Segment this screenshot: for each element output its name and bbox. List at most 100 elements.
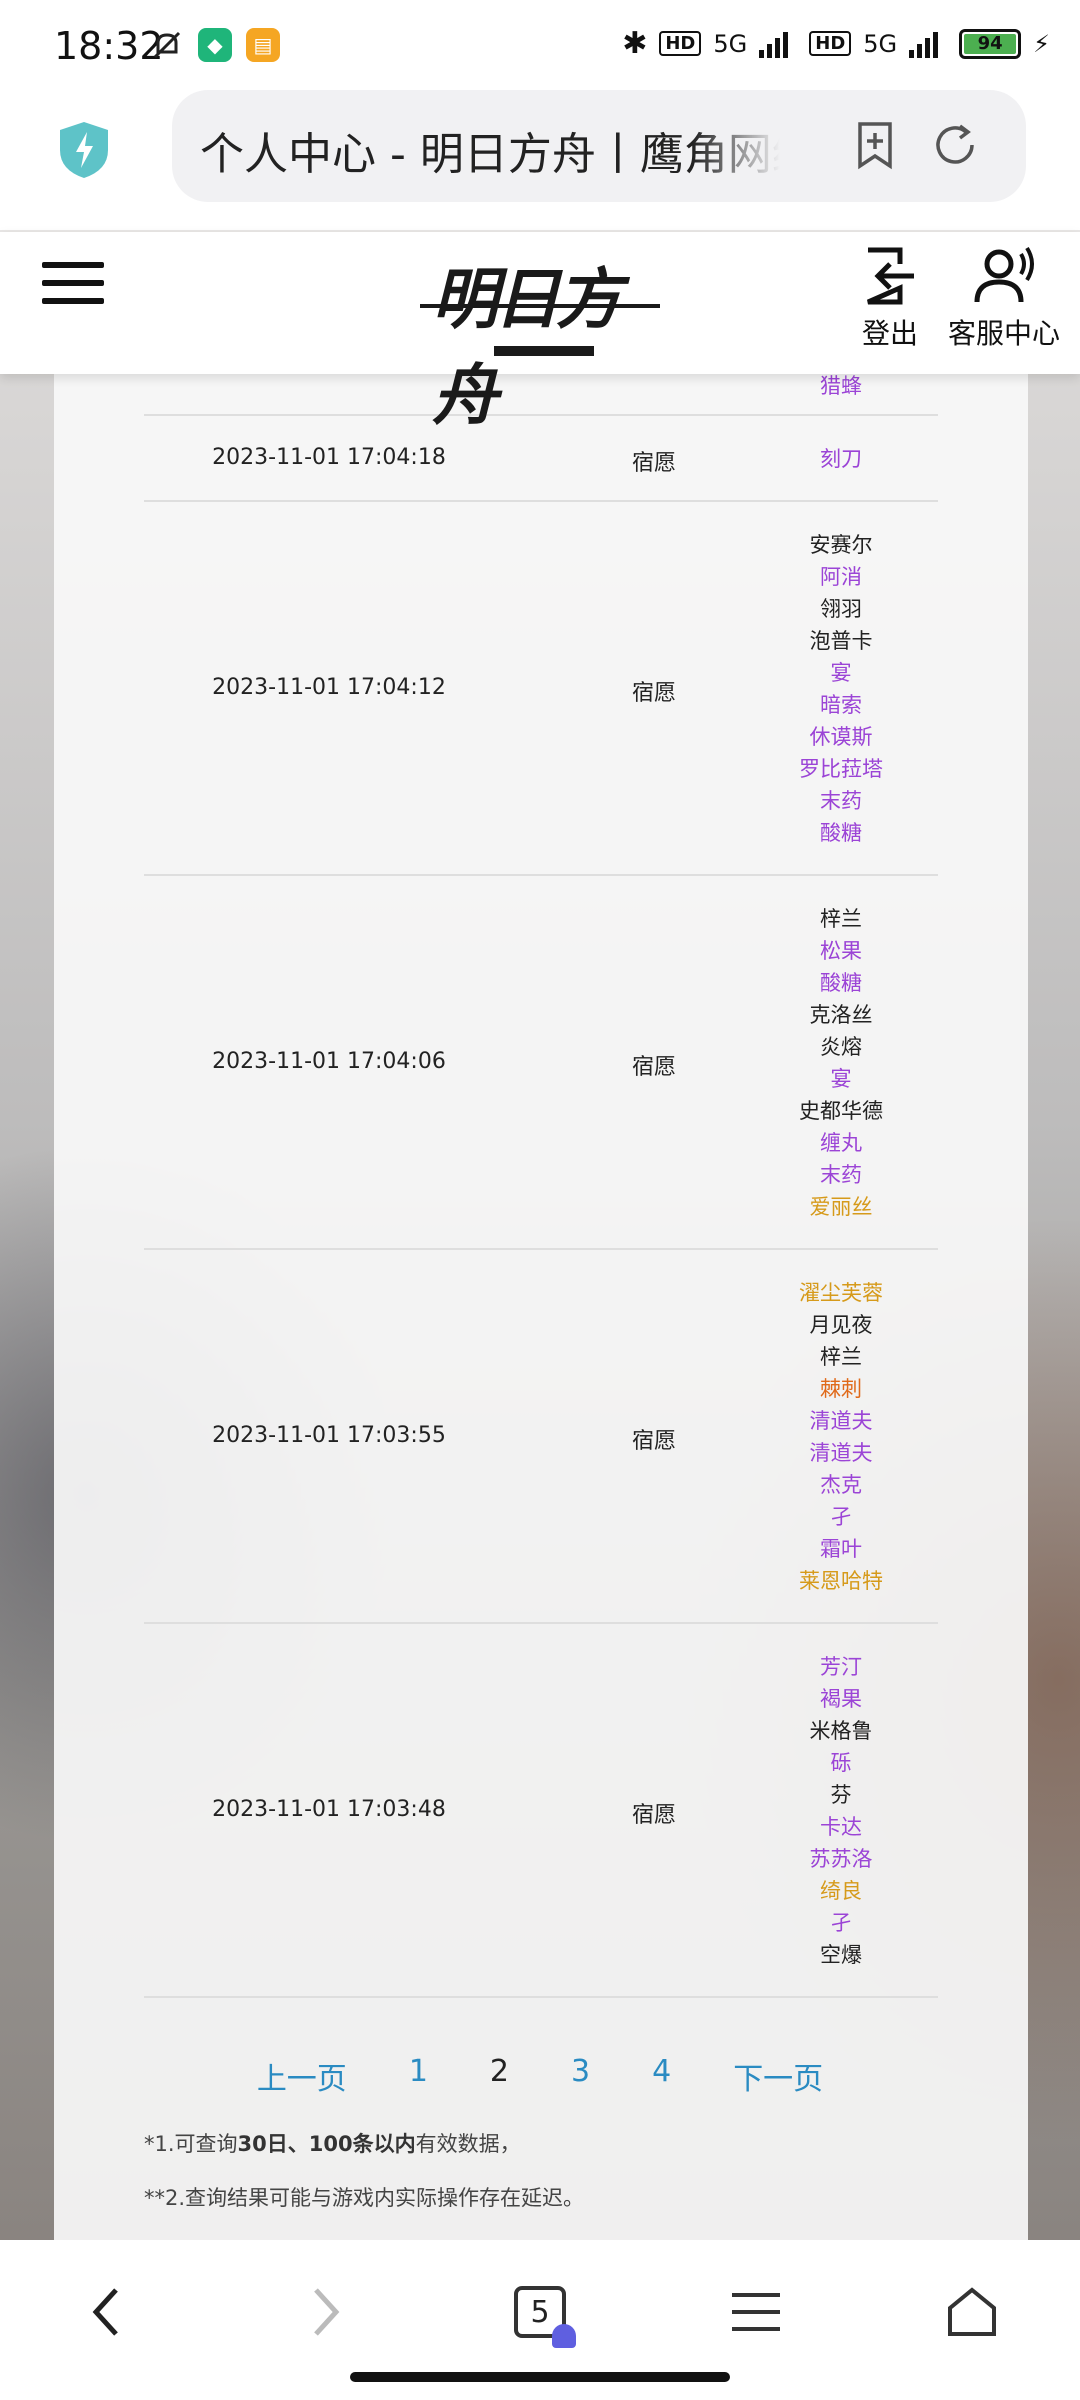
logout-label: 登出 xyxy=(861,317,918,350)
gesture-bar xyxy=(350,2372,730,2382)
forward-button[interactable] xyxy=(290,2276,362,2348)
operator-name: 清道夫 xyxy=(809,1441,873,1465)
record-pool: 宿愿 xyxy=(631,1055,676,1080)
operator-name: 休谟斯 xyxy=(809,725,873,749)
operator-name: 翎羽 xyxy=(820,597,862,621)
record-operators: 濯尘芙蓉 月见夜 梓兰 棘刺 清道夫 清道夫 杰克孑霜叶 莱恩哈特 xyxy=(744,1277,938,1597)
record-row: 2023-11-01 17:04:06 宿愿 梓兰松果酸糖克洛丝炎熔宴史都华德缠丸末… xyxy=(144,876,938,1250)
forward-arrow-icon xyxy=(314,2288,340,2336)
home-icon xyxy=(948,2287,996,2336)
record-pool: 宿愿 xyxy=(631,1803,676,1828)
incognito-ghost-icon xyxy=(552,2324,576,2348)
record-time: 2023-11-01 17:04:12 xyxy=(212,675,446,700)
battery-level: 94 xyxy=(964,33,1017,54)
record-operators: 芳汀 褐果 米格鲁砾芬卡达 苏苏洛 绮良孑空爆 xyxy=(744,1651,938,1971)
operator-name: 阿消 xyxy=(820,565,862,589)
operator-name: 褐果 xyxy=(820,1687,862,1711)
headhunt-record-card: 狮蝎猎蜂2023-11-01 17:04:18宿愿刻刀2023-11-01 17… xyxy=(54,342,1028,2240)
status-right-icons: ✱ HD 5G HD 5G 94 ⚡ xyxy=(622,26,1050,61)
operator-name: 松果 xyxy=(820,939,862,963)
status-bar: 18:32 ◆ ▤ ✱ HD 5G HD 5G 94 ⚡ xyxy=(0,0,1080,90)
hd-badge-2: HD xyxy=(809,31,852,56)
operator-name: 霜叶 xyxy=(820,1537,862,1561)
operator-name: 史都华德 xyxy=(799,1099,883,1123)
operator-name: 棘刺 xyxy=(820,1377,862,1401)
record-pool: 宿愿 xyxy=(631,681,676,706)
operator-name: 罗比菈塔 xyxy=(799,757,883,781)
operator-name: 炎熔 xyxy=(820,1035,862,1059)
page-current: 2 xyxy=(489,2054,509,2089)
record-time: 2023-11-01 17:04:18 xyxy=(212,445,446,470)
operator-name: 宴 xyxy=(830,1067,852,1091)
operator-name: 梓兰 xyxy=(820,907,862,931)
operator-name: 泡普卡 xyxy=(809,629,873,653)
operator-name: 空爆 xyxy=(820,1943,862,1967)
menu-icon[interactable] xyxy=(42,262,104,312)
logout-button[interactable]: 登出 xyxy=(860,244,920,352)
network-label-2: 5G xyxy=(863,29,898,58)
operator-name: 爱丽丝 xyxy=(809,1195,873,1219)
record-row: 2023-11-01 17:04:12 宿愿 安赛尔 阿消 翎羽 泡普卡宴暗索 休谟斯 罗比菈… xyxy=(144,502,938,876)
prev-page-link[interactable]: 上一页 xyxy=(257,2054,347,2098)
record-pool: 宿愿 xyxy=(631,451,676,476)
status-time: 18:32 xyxy=(54,24,164,68)
menu-lines-icon xyxy=(732,2293,780,2331)
operator-name: 末药 xyxy=(820,789,862,813)
record-time: 2023-11-01 17:04:06 xyxy=(212,1049,446,1074)
operator-name: 安赛尔 xyxy=(809,533,873,557)
shield-icon[interactable] xyxy=(56,120,112,180)
operator-name: 末药 xyxy=(820,1163,862,1187)
operator-name: 孑 xyxy=(830,1911,852,1935)
tabs-button[interactable]: 5 xyxy=(504,2276,576,2348)
signal-icon xyxy=(759,31,789,58)
operator-name: 孑 xyxy=(830,1505,852,1529)
charging-icon: ⚡ xyxy=(1033,29,1050,58)
operator-name: 卡达 xyxy=(820,1815,862,1839)
browser-menu-button[interactable] xyxy=(720,2276,792,2348)
site-logo[interactable]: 明日方舟 xyxy=(420,246,660,434)
record-operators: 刻刀 xyxy=(744,443,938,475)
operator-name: 酸糖 xyxy=(820,821,862,845)
operator-name: 芬 xyxy=(830,1783,852,1807)
operator-name: 芳汀 xyxy=(820,1655,862,1679)
operator-name: 月见夜 xyxy=(809,1313,873,1337)
operator-name: 克洛丝 xyxy=(809,1003,873,1027)
back-button[interactable] xyxy=(70,2276,142,2348)
bluetooth-icon: ✱ xyxy=(622,26,648,61)
address-bar[interactable]: 个人中心 - 明日方舟丨鹰角网络 xyxy=(172,90,1026,202)
operator-name: 米格鲁 xyxy=(809,1719,873,1743)
address-bar-text[interactable]: 个人中心 - 明日方舟丨鹰角网络 xyxy=(200,118,780,182)
note-1: *1.可查询30日、100条以内有效数据， xyxy=(144,2132,521,2156)
battery-icon: 94 xyxy=(959,28,1022,59)
home-button[interactable] xyxy=(936,2276,1008,2348)
record-time: 2023-11-01 17:03:55 xyxy=(212,1423,446,1448)
operator-name: 刻刀 xyxy=(820,447,862,471)
page-link-4[interactable]: 4 xyxy=(652,2054,671,2098)
customer-service-button[interactable]: 客服中心 xyxy=(948,244,1060,352)
operator-name: 绮良 xyxy=(820,1879,862,1903)
message-app-icon: ▤ xyxy=(246,28,280,62)
signal-icon-2 xyxy=(909,31,939,58)
operator-name: 梓兰 xyxy=(820,1345,862,1369)
mute-bell-icon xyxy=(153,31,181,59)
network-label: 5G xyxy=(713,29,748,58)
next-page-link[interactable]: 下一页 xyxy=(733,2054,823,2098)
operator-name: 莱恩哈特 xyxy=(799,1569,883,1593)
page-link-1[interactable]: 1 xyxy=(409,2054,428,2098)
logout-icon xyxy=(866,247,914,305)
security-app-icon: ◆ xyxy=(198,28,232,62)
page-link-3[interactable]: 3 xyxy=(571,2054,590,2098)
operator-name: 缠丸 xyxy=(820,1131,862,1155)
operator-name: 清道夫 xyxy=(809,1409,873,1433)
refresh-icon[interactable] xyxy=(928,118,982,172)
record-operators: 安赛尔 阿消 翎羽 泡普卡宴暗索 休谟斯 罗比菈塔 末药 酸糖 xyxy=(744,529,938,849)
add-bookmark-icon[interactable] xyxy=(848,118,902,172)
status-notification-icons: ◆ ▤ xyxy=(150,28,280,62)
hd-badge: HD xyxy=(659,31,702,56)
operator-name: 酸糖 xyxy=(820,971,862,995)
pagination: 上一页 1 2 3 4 下一页 xyxy=(0,2054,1080,2098)
record-row: 2023-11-01 17:03:48 宿愿 芳汀 褐果 米格鲁砾芬卡达 苏苏洛 绮良孑空爆 xyxy=(144,1624,938,1998)
record-operators: 梓兰松果酸糖克洛丝炎熔宴史都华德缠丸末药爱丽丝 xyxy=(744,903,938,1223)
customer-service-icon xyxy=(974,246,1034,303)
operator-name: 濯尘芙蓉 xyxy=(799,1281,883,1305)
